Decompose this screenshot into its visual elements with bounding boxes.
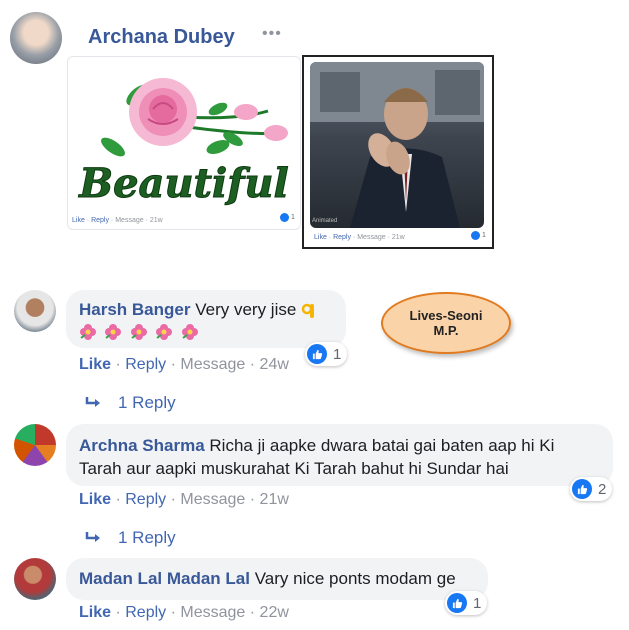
like-badge[interactable]: 1 [305, 342, 348, 366]
like-count: 1 [473, 594, 482, 612]
reply-link[interactable]: Reply [125, 356, 166, 373]
beautiful-text: Beautiful [78, 160, 288, 207]
avatar[interactable] [14, 290, 56, 332]
like-link[interactable]: Like [72, 217, 85, 224]
like-count: 1 [333, 345, 342, 363]
reply-link[interactable]: Reply [91, 217, 109, 224]
comment-text: Madan Lal Madan Lal Vary nice ponts moda… [79, 569, 456, 589]
timestamp: 24w [259, 356, 289, 373]
comment-body-line2: Tarah aur aapki muskurahat Ki Tarah bahu… [79, 459, 509, 478]
comment-body: Very very jise [195, 300, 297, 319]
timestamp: 21w [391, 234, 405, 241]
separator: · [170, 491, 176, 508]
flower-emoji-icon [79, 323, 97, 341]
comment-text: Archna Sharma Richa ji aapke dwara batai… [79, 434, 554, 480]
callout-line1: Lives-Seoni [409, 308, 483, 323]
message-link[interactable]: Message [357, 234, 385, 241]
like-badge[interactable]: 1 [471, 231, 486, 240]
message-link[interactable]: Message [180, 491, 245, 508]
comment-author[interactable]: Harsh Banger [79, 300, 190, 319]
flower-emoji-row [79, 323, 202, 341]
reply-link[interactable]: Reply [125, 491, 166, 508]
comment-bubble: Madan Lal Madan Lal Vary nice ponts moda… [66, 558, 488, 600]
flower-emoji-icon [104, 323, 122, 341]
separator: · [249, 356, 256, 373]
separator: · [170, 356, 176, 373]
ok-hand-emoji-icon [301, 302, 317, 320]
separator: · [115, 491, 121, 508]
replies-count-link[interactable]: 1 Reply [118, 393, 176, 413]
reply-arrow-icon [84, 395, 104, 411]
like-count: 2 [598, 480, 607, 498]
location-callout: Lives-Seoni M.P. [381, 292, 511, 354]
avatar[interactable] [14, 558, 56, 600]
callout-line2: M.P. [433, 323, 459, 338]
view-replies[interactable]: 1 Reply [84, 528, 176, 548]
separator: · [115, 356, 121, 373]
comment-body: Vary nice ponts modam ge [254, 569, 456, 588]
like-link[interactable]: Like [79, 356, 111, 373]
message-link[interactable]: Message [180, 604, 245, 621]
flower-emoji-icon [181, 323, 199, 341]
flower-emoji-icon [130, 323, 148, 341]
replies-count-link[interactable]: 1 Reply [118, 528, 176, 548]
flower-emoji-icon [155, 323, 173, 341]
comment-actions: Like · Reply · Message · 22w [79, 604, 289, 622]
like-icon [307, 344, 327, 364]
avatar[interactable] [14, 424, 56, 466]
timestamp: 21w [259, 491, 289, 508]
like-link[interactable]: Like [79, 491, 111, 508]
gif-overlay-label: Animated [312, 218, 338, 224]
message-link[interactable]: Message [180, 356, 245, 373]
like-badge[interactable]: 2 [570, 477, 613, 501]
reply-link[interactable]: Reply [125, 604, 166, 621]
timestamp: 22w [259, 604, 289, 621]
separator: · [170, 604, 176, 621]
like-badge[interactable]: 1 [445, 591, 488, 615]
more-options-icon[interactable]: ••• [262, 25, 282, 43]
like-link[interactable]: Like [314, 234, 327, 241]
image-actions: Like · Reply · Message · 21w [72, 217, 163, 224]
view-replies[interactable]: 1 Reply [84, 393, 176, 413]
sticker-image-beautiful[interactable]: Beautiful Like · Reply · Message · 21w 1 [67, 56, 301, 230]
separator: · [249, 491, 256, 508]
comment-author[interactable]: Madan Lal Madan Lal [79, 569, 250, 588]
comment-author[interactable]: Archana Dubey [88, 26, 235, 49]
message-link[interactable]: Message [115, 217, 143, 224]
gif-preview: Animated [310, 62, 484, 228]
gif-image-clapping[interactable]: Animated Like · Reply · Message · 21w 1 [302, 55, 494, 249]
avatar[interactable] [10, 12, 62, 64]
like-count: 1 [291, 214, 295, 221]
reply-link[interactable]: Reply [333, 234, 351, 241]
rose-icon: Beautiful [78, 78, 289, 208]
comment-actions: Like · Reply · Message · 21w [79, 491, 289, 509]
image-actions: Like · Reply · Message · 21w [314, 234, 405, 241]
like-icon [447, 593, 467, 613]
like-icon [280, 213, 289, 222]
man-clapping-icon [310, 62, 484, 228]
comment-bubble: Harsh Banger Very very jise [66, 290, 346, 348]
like-link[interactable]: Like [79, 604, 111, 621]
comment-text: Harsh Banger Very very jise [79, 300, 317, 320]
separator: · [249, 604, 256, 621]
comment-actions: Like · Reply · Message · 24w [79, 356, 289, 374]
like-icon [572, 479, 592, 499]
timestamp: 21w [149, 217, 163, 224]
separator: · [115, 604, 121, 621]
comment-bubble: Archna Sharma Richa ji aapke dwara batai… [66, 424, 613, 486]
like-count: 1 [482, 232, 486, 239]
comment-author[interactable]: Archna Sharma [79, 436, 205, 455]
comment-body-line1: Richa ji aapke dwara batai gai baten aap… [209, 436, 555, 455]
reply-arrow-icon [84, 530, 104, 546]
like-badge[interactable]: 1 [280, 213, 295, 222]
like-icon [471, 231, 480, 240]
